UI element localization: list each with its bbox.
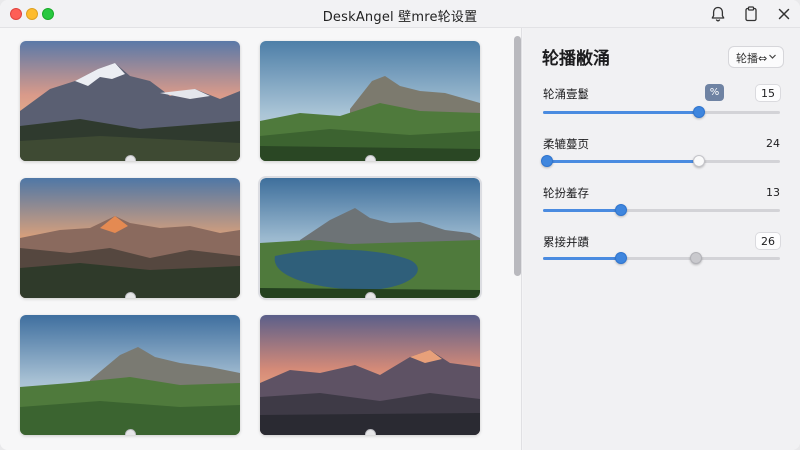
setting-2-value: 24 — [766, 137, 780, 150]
slider-fill — [543, 160, 699, 163]
close-icon[interactable] — [775, 5, 793, 23]
app-window: DeskAngel 壁mre轮设置 轮播敝涌 轮播⇔ 轮涌壹鬘 % 15 柔辘蔓… — [0, 0, 800, 450]
thumb-select-indicator[interactable] — [365, 292, 376, 298]
setting-1-slider[interactable] — [543, 106, 780, 118]
setting-1-value[interactable]: 15 — [755, 84, 781, 102]
title-bar: DeskAngel 壁mre轮设置 — [0, 0, 800, 28]
thumb-select-indicator[interactable] — [365, 155, 376, 161]
setting-3-label: 轮扮羞存 — [543, 186, 589, 200]
chevron-down-icon — [768, 52, 777, 61]
thumb-image — [260, 41, 480, 161]
thumb-image — [260, 178, 480, 298]
slider-secondary-knob[interactable] — [690, 252, 702, 264]
slider-start-knob[interactable] — [541, 155, 553, 167]
panel-title: 轮播敝涌 — [542, 49, 610, 69]
percent-toggle-button[interactable]: % — [705, 84, 724, 101]
slider-knob[interactable] — [693, 106, 705, 118]
slider-knob[interactable] — [615, 204, 627, 216]
wallpaper-thumbnail[interactable] — [20, 178, 240, 298]
slider-knob[interactable] — [615, 252, 627, 264]
clipboard-icon[interactable] — [742, 5, 760, 23]
thumb-image — [20, 315, 240, 435]
setting-1-label: 轮涌壹鬘 — [543, 87, 589, 101]
thumb-image — [260, 315, 480, 435]
slider-fill — [543, 111, 699, 114]
thumb-image — [20, 178, 240, 298]
setting-3-value: 13 — [766, 186, 780, 199]
thumb-select-indicator[interactable] — [125, 429, 136, 435]
wallpaper-gallery[interactable] — [0, 28, 522, 450]
setting-4-label: 累接并蹟 — [543, 235, 589, 249]
wallpaper-thumbnail[interactable] — [20, 41, 240, 161]
setting-2-label: 柔辘蔓页 — [543, 137, 589, 151]
thumb-select-indicator[interactable] — [125, 155, 136, 161]
dropdown-label: 轮播⇔ — [736, 52, 768, 65]
thumb-select-indicator[interactable] — [125, 292, 136, 298]
setting-2-slider[interactable] — [541, 155, 780, 167]
thumb-image — [20, 41, 240, 161]
setting-4-value[interactable]: 26 — [755, 232, 781, 250]
slider-fill — [543, 257, 621, 260]
window-title: DeskAngel 壁mre轮设置 — [322, 10, 478, 25]
bell-icon[interactable] — [709, 5, 727, 23]
thumb-select-indicator[interactable] — [365, 429, 376, 435]
mode-dropdown[interactable]: 轮播⇔ — [728, 46, 784, 68]
wallpaper-thumbnail[interactable] — [20, 315, 240, 435]
slider-end-knob[interactable] — [693, 155, 705, 167]
setting-4-slider[interactable] — [543, 252, 780, 264]
wallpaper-thumbnail[interactable] — [260, 41, 480, 161]
wallpaper-thumbnail[interactable] — [260, 315, 480, 435]
slider-fill — [543, 209, 621, 212]
wallpaper-thumbnail-selected[interactable] — [258, 176, 482, 300]
settings-panel: 轮播敝涌 轮播⇔ 轮涌壹鬘 % 15 柔辘蔓页 24 轮扮羞存 13 累接并蹟 … — [523, 28, 800, 450]
gallery-scrollbar[interactable] — [514, 36, 521, 276]
setting-3-slider[interactable] — [543, 204, 780, 216]
